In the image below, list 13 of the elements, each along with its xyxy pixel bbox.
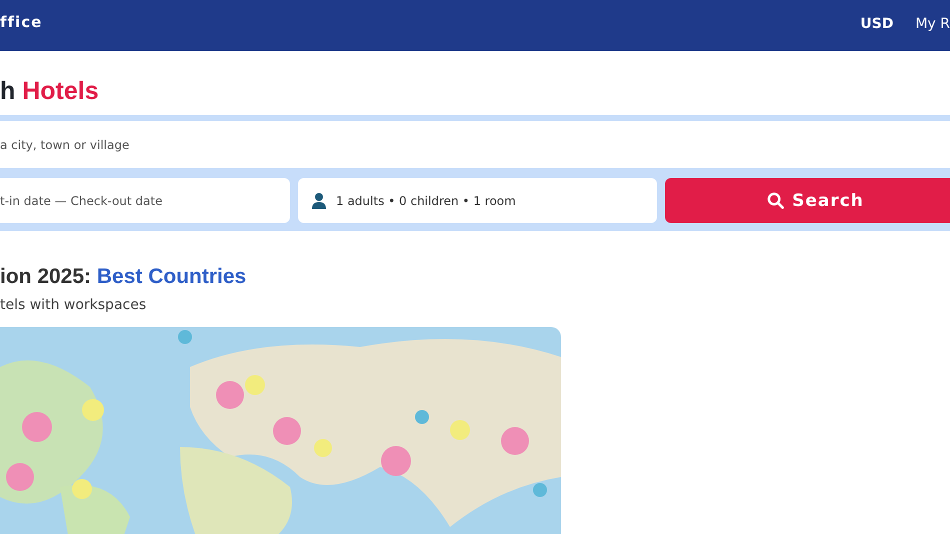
section-subtitle: tels with workspaces [0, 297, 148, 313]
destination-field[interactable]: a city, town or village [0, 121, 950, 168]
guests-field[interactable]: 1 adults • 0 children • 1 room [298, 178, 657, 223]
section-heading: ion 2025: Best Countries [0, 264, 248, 289]
account-link[interactable]: My R [915, 16, 950, 32]
page-title: h Hotels [0, 76, 100, 107]
search-icon [767, 192, 784, 209]
date-field[interactable]: t-in date — Check-out date [0, 178, 290, 223]
guests-value: 1 adults • 0 children • 1 room [336, 194, 516, 208]
person-icon [312, 192, 326, 208]
search-button[interactable]: Search [665, 178, 950, 223]
currency-link[interactable]: USD [860, 16, 894, 32]
brand-name[interactable]: ffice [0, 12, 42, 30]
